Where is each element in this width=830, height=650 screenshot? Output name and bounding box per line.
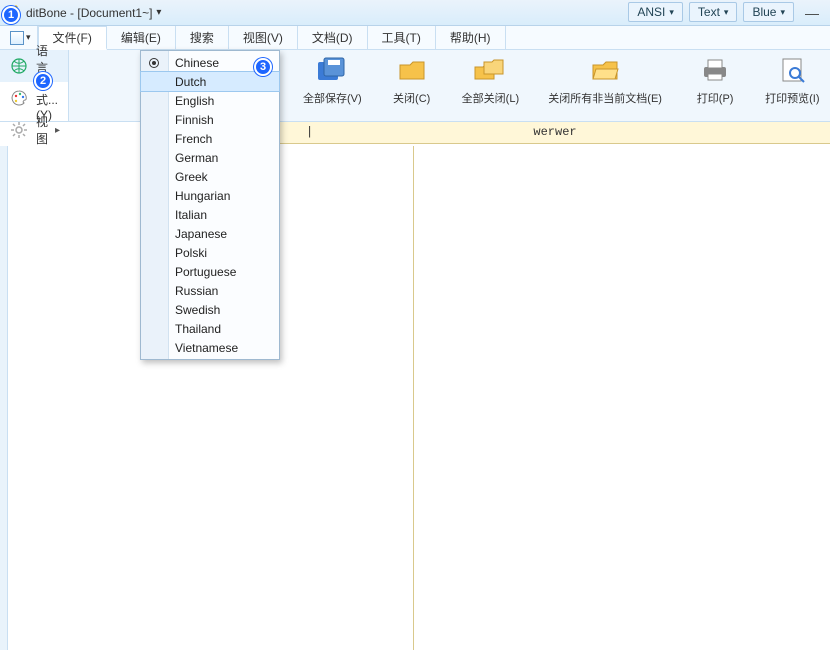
- language-option-label: Dutch: [175, 75, 206, 89]
- tool-label: 全部保存(V): [303, 90, 362, 106]
- menu-label: 工具(T): [382, 29, 421, 46]
- annotation-marker-1: 1: [2, 6, 20, 24]
- menu-label: 帮助(H): [450, 29, 491, 46]
- tool-label: 打印(P): [697, 90, 734, 106]
- ribbon: 语言(L) 样式...(Y) 视图 ▸ 另存为(A) 全部保存(V) 关闭(C): [0, 50, 830, 122]
- language-option[interactable]: Portuguese: [141, 262, 279, 281]
- language-option[interactable]: Thailand: [141, 319, 279, 338]
- caret-icon: ▾: [724, 7, 729, 18]
- language-option-label: Thailand: [175, 322, 221, 336]
- folder-open-icon: [589, 56, 621, 84]
- language-option[interactable]: Russian: [141, 281, 279, 300]
- annotation-marker-3: 3: [254, 58, 272, 76]
- language-option[interactable]: Vietnamese: [141, 338, 279, 357]
- menu-label: 搜索: [190, 29, 214, 46]
- language-option-label: English: [175, 94, 214, 108]
- language-option-label: Italian: [175, 208, 207, 222]
- language-option[interactable]: Hungarian: [141, 186, 279, 205]
- tool-printpreview[interactable]: 打印预览(I): [765, 56, 819, 106]
- menu-search[interactable]: 搜索: [176, 26, 229, 49]
- doc-name: [Document1~]: [77, 6, 152, 20]
- menu-view[interactable]: 视图(V): [229, 26, 298, 49]
- title-bar: ditBone - [Document1~] ▾ ANSI ▾ Text ▾ Blu…: [0, 0, 830, 26]
- minimize-button[interactable]: —: [800, 3, 824, 21]
- encoding-label: ANSI: [637, 5, 665, 19]
- globe-icon: [10, 57, 28, 75]
- language-option[interactable]: Greek: [141, 167, 279, 186]
- chevron-right-icon: ▸: [55, 125, 60, 136]
- language-option[interactable]: Italian: [141, 205, 279, 224]
- title-dropdown-icon[interactable]: ▾: [156, 7, 161, 18]
- menu-label: 视图(V): [243, 29, 283, 46]
- radio-selected-icon: [149, 58, 159, 68]
- menu-edit[interactable]: 编辑(E): [107, 26, 176, 49]
- mode-button[interactable]: Text ▾: [689, 2, 738, 22]
- tool-label: 关闭所有非当前文档(E): [548, 90, 662, 106]
- app-title: ditBone: [26, 6, 67, 20]
- language-option-label: Hungarian: [175, 189, 230, 203]
- printer-icon: [699, 56, 731, 84]
- theme-label: Blue: [752, 5, 776, 19]
- tab-content-text: werwer: [533, 125, 576, 139]
- tool-label: 打印预览(I): [765, 90, 819, 106]
- language-option[interactable]: English: [141, 91, 279, 110]
- theme-button[interactable]: Blue ▾: [743, 2, 794, 22]
- caret-icon: ▾: [26, 32, 31, 43]
- language-option-label: Portuguese: [175, 265, 236, 279]
- language-option-label: Chinese: [175, 56, 219, 70]
- titlebar-right: ANSI ▾ Text ▾ Blue ▾ —: [628, 2, 824, 22]
- new-doc-icon: [10, 31, 24, 45]
- language-option[interactable]: Finnish: [141, 110, 279, 129]
- menu-label: 文档(D): [312, 29, 353, 46]
- caret-icon: ▾: [669, 7, 674, 18]
- tool-label: 全部关闭(L): [462, 90, 519, 106]
- language-option-label: Vietnamese: [175, 341, 238, 355]
- language-option-label: Swedish: [175, 303, 220, 317]
- sidebar-item-view[interactable]: 视图 ▸: [0, 114, 68, 146]
- language-option-label: Polski: [175, 246, 207, 260]
- menu-label: 编辑(E): [121, 29, 161, 46]
- caret-icon: ▾: [780, 7, 785, 18]
- editor-area[interactable]: [0, 146, 830, 650]
- language-option[interactable]: Polski: [141, 243, 279, 262]
- folders-icon: [474, 56, 506, 84]
- tool-print[interactable]: 打印(P): [691, 56, 739, 106]
- language-option[interactable]: French: [141, 129, 279, 148]
- menu-label: 文件(F): [53, 29, 92, 46]
- saveall-icon: [316, 56, 348, 84]
- doc-title: -: [67, 6, 78, 20]
- language-option[interactable]: German: [141, 148, 279, 167]
- menu-doc[interactable]: 文档(D): [298, 26, 368, 49]
- tool-saveall[interactable]: 全部保存(V): [303, 56, 362, 106]
- print-preview-icon: [776, 56, 808, 84]
- language-option-label: Greek: [175, 170, 208, 184]
- tool-closeallbutcurrent[interactable]: 关闭所有非当前文档(E): [545, 56, 665, 106]
- tool-close[interactable]: 关闭(C): [388, 56, 436, 106]
- language-option-label: French: [175, 132, 212, 146]
- gear-icon: [10, 121, 28, 139]
- encoding-button[interactable]: ANSI ▾: [628, 2, 683, 22]
- language-option[interactable]: Japanese: [141, 224, 279, 243]
- sidebar-item-style[interactable]: 样式...(Y): [0, 82, 68, 114]
- folder-icon: [396, 56, 428, 84]
- language-submenu: Chinese Dutch English Finnish French German Gr…: [140, 50, 280, 360]
- quick-access[interactable]: ▾: [4, 26, 38, 49]
- language-option-label: Japanese: [175, 227, 227, 241]
- language-option-label: German: [175, 151, 218, 165]
- annotation-marker-2: 2: [34, 72, 52, 90]
- menu-bar: ▾ 文件(F) 编辑(E) 搜索 视图(V) 文档(D) 工具(T) 帮助(H): [0, 26, 830, 50]
- language-option-label: Finnish: [175, 113, 214, 127]
- menu-tools[interactable]: 工具(T): [368, 26, 436, 49]
- tool-label: 关闭(C): [393, 90, 430, 106]
- language-option[interactable]: Swedish: [141, 300, 279, 319]
- tool-closeall[interactable]: 全部关闭(L): [462, 56, 519, 106]
- language-option-label: Russian: [175, 284, 218, 298]
- palette-icon: [10, 89, 28, 107]
- document-tab-strip: | werwer: [280, 122, 830, 144]
- mode-label: Text: [698, 5, 720, 19]
- caret-marker: |: [306, 125, 313, 139]
- menu-help[interactable]: 帮助(H): [436, 26, 506, 49]
